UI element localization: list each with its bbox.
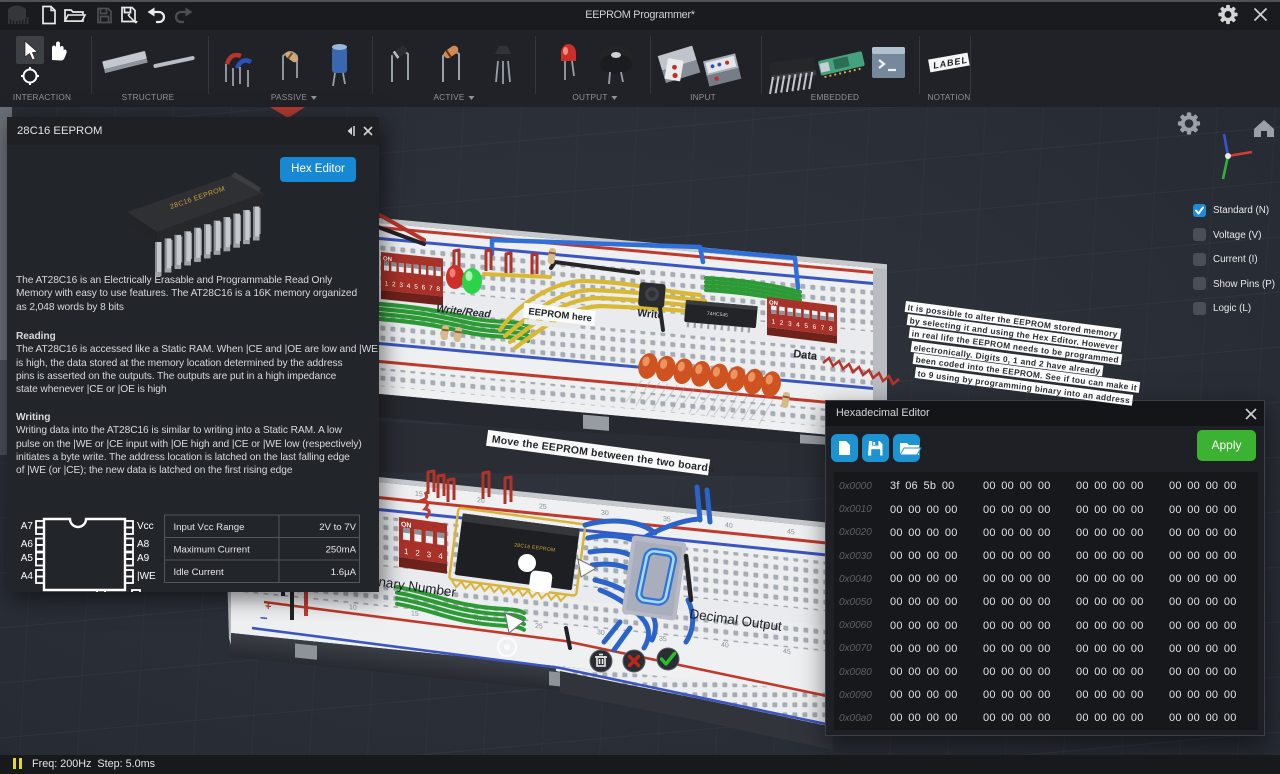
svg-text:4: 4: [407, 283, 411, 290]
svg-text:6: 6: [813, 324, 817, 331]
svg-text:A7: A7: [21, 521, 34, 532]
svg-text:A5: A5: [21, 553, 34, 564]
svg-text:Vcc: Vcc: [137, 521, 154, 532]
svg-text:250mA: 250mA: [326, 545, 357, 556]
svg-text:4: 4: [796, 322, 800, 329]
svg-text:3: 3: [399, 282, 403, 289]
svg-text:25: 25: [539, 503, 547, 511]
svg-text:A6: A6: [21, 539, 34, 550]
svg-text:A9: A9: [137, 553, 150, 564]
svg-text:15: 15: [415, 491, 423, 499]
svg-text:25: 25: [535, 623, 543, 631]
svg-text:6: 6: [422, 284, 426, 291]
svg-text:2: 2: [415, 548, 420, 558]
svg-text:−: −: [260, 610, 268, 626]
svg-text:3: 3: [427, 550, 432, 560]
svg-text:7: 7: [429, 285, 433, 292]
svg-text:5: 5: [804, 323, 808, 330]
svg-text:40: 40: [725, 522, 733, 530]
svg-text:5: 5: [414, 284, 418, 291]
svg-text:1: 1: [385, 280, 389, 287]
svg-text:35: 35: [663, 516, 671, 524]
svg-text:2: 2: [392, 281, 396, 288]
svg-text:2V to 7V: 2V to 7V: [319, 522, 356, 533]
svg-text:1: 1: [404, 547, 409, 557]
svg-text:7: 7: [821, 325, 825, 332]
svg-text:A8: A8: [137, 539, 150, 550]
svg-text:Maximum Current: Maximum Current: [174, 545, 251, 556]
svg-text:4: 4: [438, 552, 443, 562]
svg-text:Input Vcc Range: Input Vcc Range: [174, 522, 245, 533]
svg-text:40: 40: [721, 642, 729, 650]
svg-text:1.6µA: 1.6µA: [331, 567, 357, 578]
svg-text:30: 30: [601, 510, 609, 518]
svg-text:|WE: |WE: [137, 571, 156, 582]
svg-text:8: 8: [436, 286, 440, 293]
svg-text:15: 15: [411, 610, 419, 618]
svg-text:2: 2: [780, 320, 784, 327]
svg-text:45: 45: [783, 648, 791, 656]
svg-text:10: 10: [349, 604, 357, 612]
svg-text:Idle Current: Idle Current: [174, 567, 224, 578]
svg-text:30: 30: [597, 629, 605, 637]
svg-text:35: 35: [659, 635, 667, 643]
svg-text:1: 1: [772, 319, 776, 326]
svg-text:3: 3: [788, 321, 792, 328]
svg-text:8: 8: [829, 326, 833, 333]
svg-text:45: 45: [787, 528, 795, 536]
svg-text:A4: A4: [21, 571, 34, 582]
